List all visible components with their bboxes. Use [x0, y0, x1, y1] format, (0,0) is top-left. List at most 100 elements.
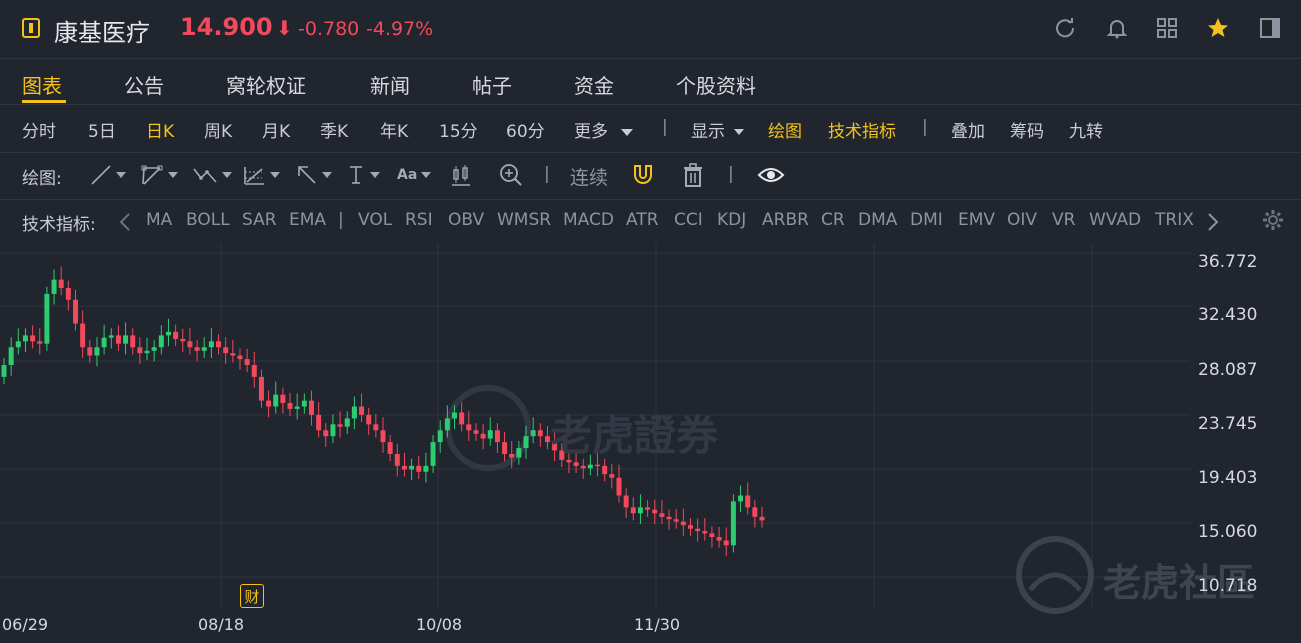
period-60min[interactable]: 60分: [506, 117, 545, 142]
last-price: 14.900: [180, 13, 273, 41]
period-yearly-k[interactable]: 年K: [380, 117, 408, 142]
period-more-dropdown[interactable]: 更多: [574, 117, 634, 142]
candle-body: [1, 365, 7, 377]
candle-body: [8, 347, 14, 366]
period-15min[interactable]: 15分: [439, 117, 478, 142]
grid-icon[interactable]: [1153, 14, 1181, 42]
watermark-logos: [445, 385, 1094, 614]
tab-news[interactable]: 新闻: [370, 70, 410, 99]
star-icon[interactable]: [1204, 14, 1232, 42]
indicator-trix[interactable]: TRIX: [1155, 210, 1194, 230]
indicator-obv[interactable]: OBV: [448, 210, 484, 230]
watermark-text-securities: 老虎證券: [550, 411, 719, 460]
period-intraday[interactable]: 分时: [22, 117, 56, 142]
indicator-rsi[interactable]: RSI: [405, 210, 433, 230]
tab-announcements[interactable]: 公告: [124, 70, 164, 99]
candle-body: [30, 335, 36, 342]
earnings-badge[interactable]: 财: [240, 584, 264, 608]
indicator-wmsr[interactable]: WMSR: [497, 210, 551, 230]
period-monthly-k[interactable]: 月K: [262, 117, 290, 142]
candle-body: [308, 400, 314, 415]
separator: |: [728, 164, 734, 184]
period-quarterly-k[interactable]: 季K: [320, 117, 348, 142]
chips-button[interactable]: 筹码: [1010, 117, 1044, 142]
candle-body: [58, 279, 64, 288]
display-dropdown[interactable]: 显示: [691, 117, 745, 142]
indicator-atr[interactable]: ATR: [626, 210, 659, 230]
candle-body: [666, 516, 672, 520]
indicator-wvad[interactable]: WVAD: [1089, 210, 1141, 230]
candle-body: [673, 519, 679, 522]
refresh-icon[interactable]: [1051, 14, 1079, 42]
overlay-button[interactable]: 叠加: [951, 117, 985, 142]
candle-body: [180, 338, 186, 342]
candle-body: [87, 347, 93, 356]
zoom-tool-icon[interactable]: [499, 162, 523, 188]
indicator-vr[interactable]: VR: [1052, 210, 1075, 230]
bell-icon[interactable]: [1103, 14, 1131, 42]
tab-chart[interactable]: 图表: [22, 70, 62, 99]
candle-body: [580, 465, 586, 469]
draw-toggle[interactable]: 绘图: [768, 117, 802, 142]
tab-posts[interactable]: 帖子: [472, 70, 512, 99]
tab-profile[interactable]: 个股资料: [676, 70, 756, 99]
more-label: 更多: [574, 122, 608, 142]
candle-body: [452, 412, 458, 419]
stock-name: 康基医疗: [54, 19, 150, 47]
indicator-boll[interactable]: BOLL: [186, 210, 230, 230]
candle-body: [137, 347, 143, 354]
tab-warrants[interactable]: 窝轮权证: [226, 70, 306, 99]
line-tool-icon[interactable]: [90, 162, 126, 188]
candle-body: [65, 287, 71, 300]
candle-body: [444, 418, 450, 431]
candle-body: [759, 516, 765, 521]
indicator-vol[interactable]: VOL: [358, 210, 392, 230]
trash-icon[interactable]: [682, 162, 704, 188]
candle-body: [530, 430, 536, 437]
period-weekly-k[interactable]: 周K: [204, 117, 232, 142]
indicator-macd[interactable]: MACD: [563, 210, 614, 230]
magnet-icon[interactable]: [630, 162, 656, 188]
indicator-sar[interactable]: SAR: [242, 210, 277, 230]
indicator-arbr[interactable]: ARBR: [762, 210, 809, 230]
chevron-left-icon[interactable]: [118, 212, 132, 236]
wave-tool-icon[interactable]: [192, 162, 232, 188]
settings-gear-icon[interactable]: [1262, 209, 1284, 235]
price-change-percent: -4.97%: [366, 18, 434, 40]
sidebar-toggle-icon[interactable]: [1256, 14, 1284, 42]
period-daily-k[interactable]: 日K: [146, 117, 174, 142]
indicators-toggle[interactable]: 技术指标: [828, 117, 896, 142]
font-tool-icon[interactable]: Aa: [397, 162, 432, 188]
tiger-logo-watermark-icon: [445, 385, 531, 471]
period-5day[interactable]: 5日: [88, 117, 116, 142]
candle-body: [437, 430, 443, 443]
y-tick-label: 19.403: [1198, 468, 1258, 488]
candle-body: [709, 533, 715, 538]
indicator-cci[interactable]: CCI: [674, 210, 703, 230]
indicator-emv[interactable]: EMV: [958, 210, 995, 230]
fib-tool-icon[interactable]: [242, 162, 280, 188]
eye-icon[interactable]: [757, 162, 785, 188]
indicator-ema[interactable]: EMA: [289, 210, 326, 230]
arrow-tool-icon[interactable]: [296, 162, 332, 188]
indicator-cr[interactable]: CR: [821, 210, 845, 230]
trend-tool-icon[interactable]: [140, 162, 178, 188]
continuous-draw-button[interactable]: 连续: [570, 163, 608, 190]
candle-body: [266, 400, 272, 407]
candle-body: [301, 400, 307, 407]
indicator-dmi[interactable]: DMI: [910, 210, 943, 230]
candle-body: [380, 430, 386, 443]
candle-body: [158, 335, 164, 348]
candle-body: [730, 501, 736, 546]
indicator-dma[interactable]: DMA: [858, 210, 897, 230]
display-label: 显示: [691, 122, 725, 142]
tab-capital[interactable]: 资金: [574, 70, 614, 99]
nine-turn-button[interactable]: 九转: [1069, 117, 1103, 142]
indicator-ma[interactable]: MA: [146, 210, 172, 230]
candle-body: [487, 430, 493, 439]
chevron-right-icon[interactable]: [1206, 212, 1220, 236]
candle-tool-icon[interactable]: [450, 162, 472, 188]
indicator-oiv[interactable]: OIV: [1007, 210, 1037, 230]
text-height-tool-icon[interactable]: [346, 162, 380, 188]
indicator-kdj[interactable]: KDJ: [717, 210, 746, 230]
